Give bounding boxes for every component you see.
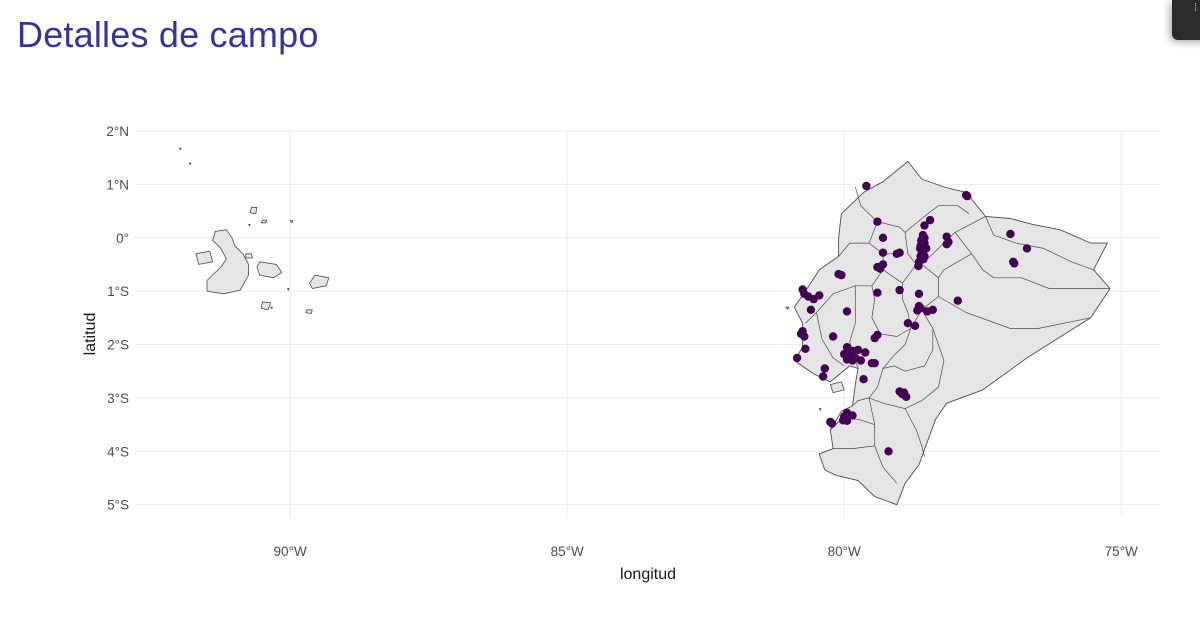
sample-point [878,233,888,242]
sample-point [818,372,828,381]
x-tick-label: 85°W [551,544,584,559]
sample-point [870,359,879,368]
galapagos-island-7 [249,206,258,215]
sample-point [895,285,904,295]
map-chart: 2°N1°N0°1°S2°S3°S4°S5°S90°W 85°W 80°W 75°W … [82,124,1160,583]
sample-point [859,375,868,384]
sample-point [920,221,929,230]
galapagos-island-13 [178,147,182,151]
sample-point [820,364,829,373]
sample-point [953,296,962,305]
sample-point [828,332,838,341]
sample-point [1006,229,1015,239]
sample-point [903,319,913,328]
sample-point [809,294,818,304]
sample-point [838,416,848,425]
galapagos-island-1 [195,250,214,265]
y-tick-label: 2°N [106,124,129,139]
sample-point [792,353,802,363]
sample-point [913,306,922,315]
y-tick-label: 1°S [107,284,129,299]
sample-point [1022,244,1032,253]
sample-point [827,419,837,428]
sample-point [910,321,920,330]
coastal-speck-1 [818,408,822,412]
sample-point [914,289,924,298]
sample-point [878,248,888,257]
sample-point [856,356,865,365]
sample-point [916,241,925,250]
sample-point [944,237,953,247]
sample-point [848,356,857,365]
sample-point [806,305,816,314]
galapagos-island-6 [305,309,313,315]
sample-point [862,181,871,191]
ecuador-mainland [793,160,1111,506]
y-tick-label: 1°N [106,177,129,192]
sample-point [861,348,870,357]
sample-point [884,447,893,456]
sample-point [873,288,882,297]
sample-point [876,264,885,273]
sample-point [796,329,806,338]
y-tick-label: 2°S [107,338,129,353]
sample-point [918,230,928,240]
y-tick-label: 0° [116,231,129,246]
galapagos-island-5 [245,253,253,259]
y-tick-label: 3°S [107,391,129,406]
sample-point [853,345,863,355]
sample-point [892,249,901,258]
sample-point [842,307,852,316]
y-tick-label: 4°S [107,444,129,459]
x-tick-label: 80°W [828,544,861,559]
galapagos-island-3 [309,274,330,289]
sample-point [963,191,972,201]
x-tick-label: 75°W [1105,544,1138,559]
sample-point [920,252,929,261]
gulf-island-0 [829,381,845,394]
galapagos-island-10 [248,223,251,227]
galapagos-island-4 [260,301,272,311]
sample-point [1010,259,1019,268]
galapagos-island-8 [260,219,268,224]
sample-point [914,261,923,271]
coastal-speck-0 [785,306,790,311]
galapagos-island-14 [188,162,192,166]
sample-point [801,344,810,353]
y-tick-label: 5°S [107,498,129,513]
sample-point [873,217,882,226]
sample-point [834,269,843,279]
galapagos-island-0 [206,229,250,295]
galapagos-island-11 [286,288,290,291]
sample-point [870,333,879,343]
x-tick-label: 90°W [274,544,307,559]
y-axis-title: latitud [82,313,99,356]
galapagos-island-2 [256,261,283,279]
galapagos-island-12 [270,306,273,310]
x-axis-title: longitud [620,566,676,583]
sample-point [899,388,909,397]
sample-point [928,305,937,314]
